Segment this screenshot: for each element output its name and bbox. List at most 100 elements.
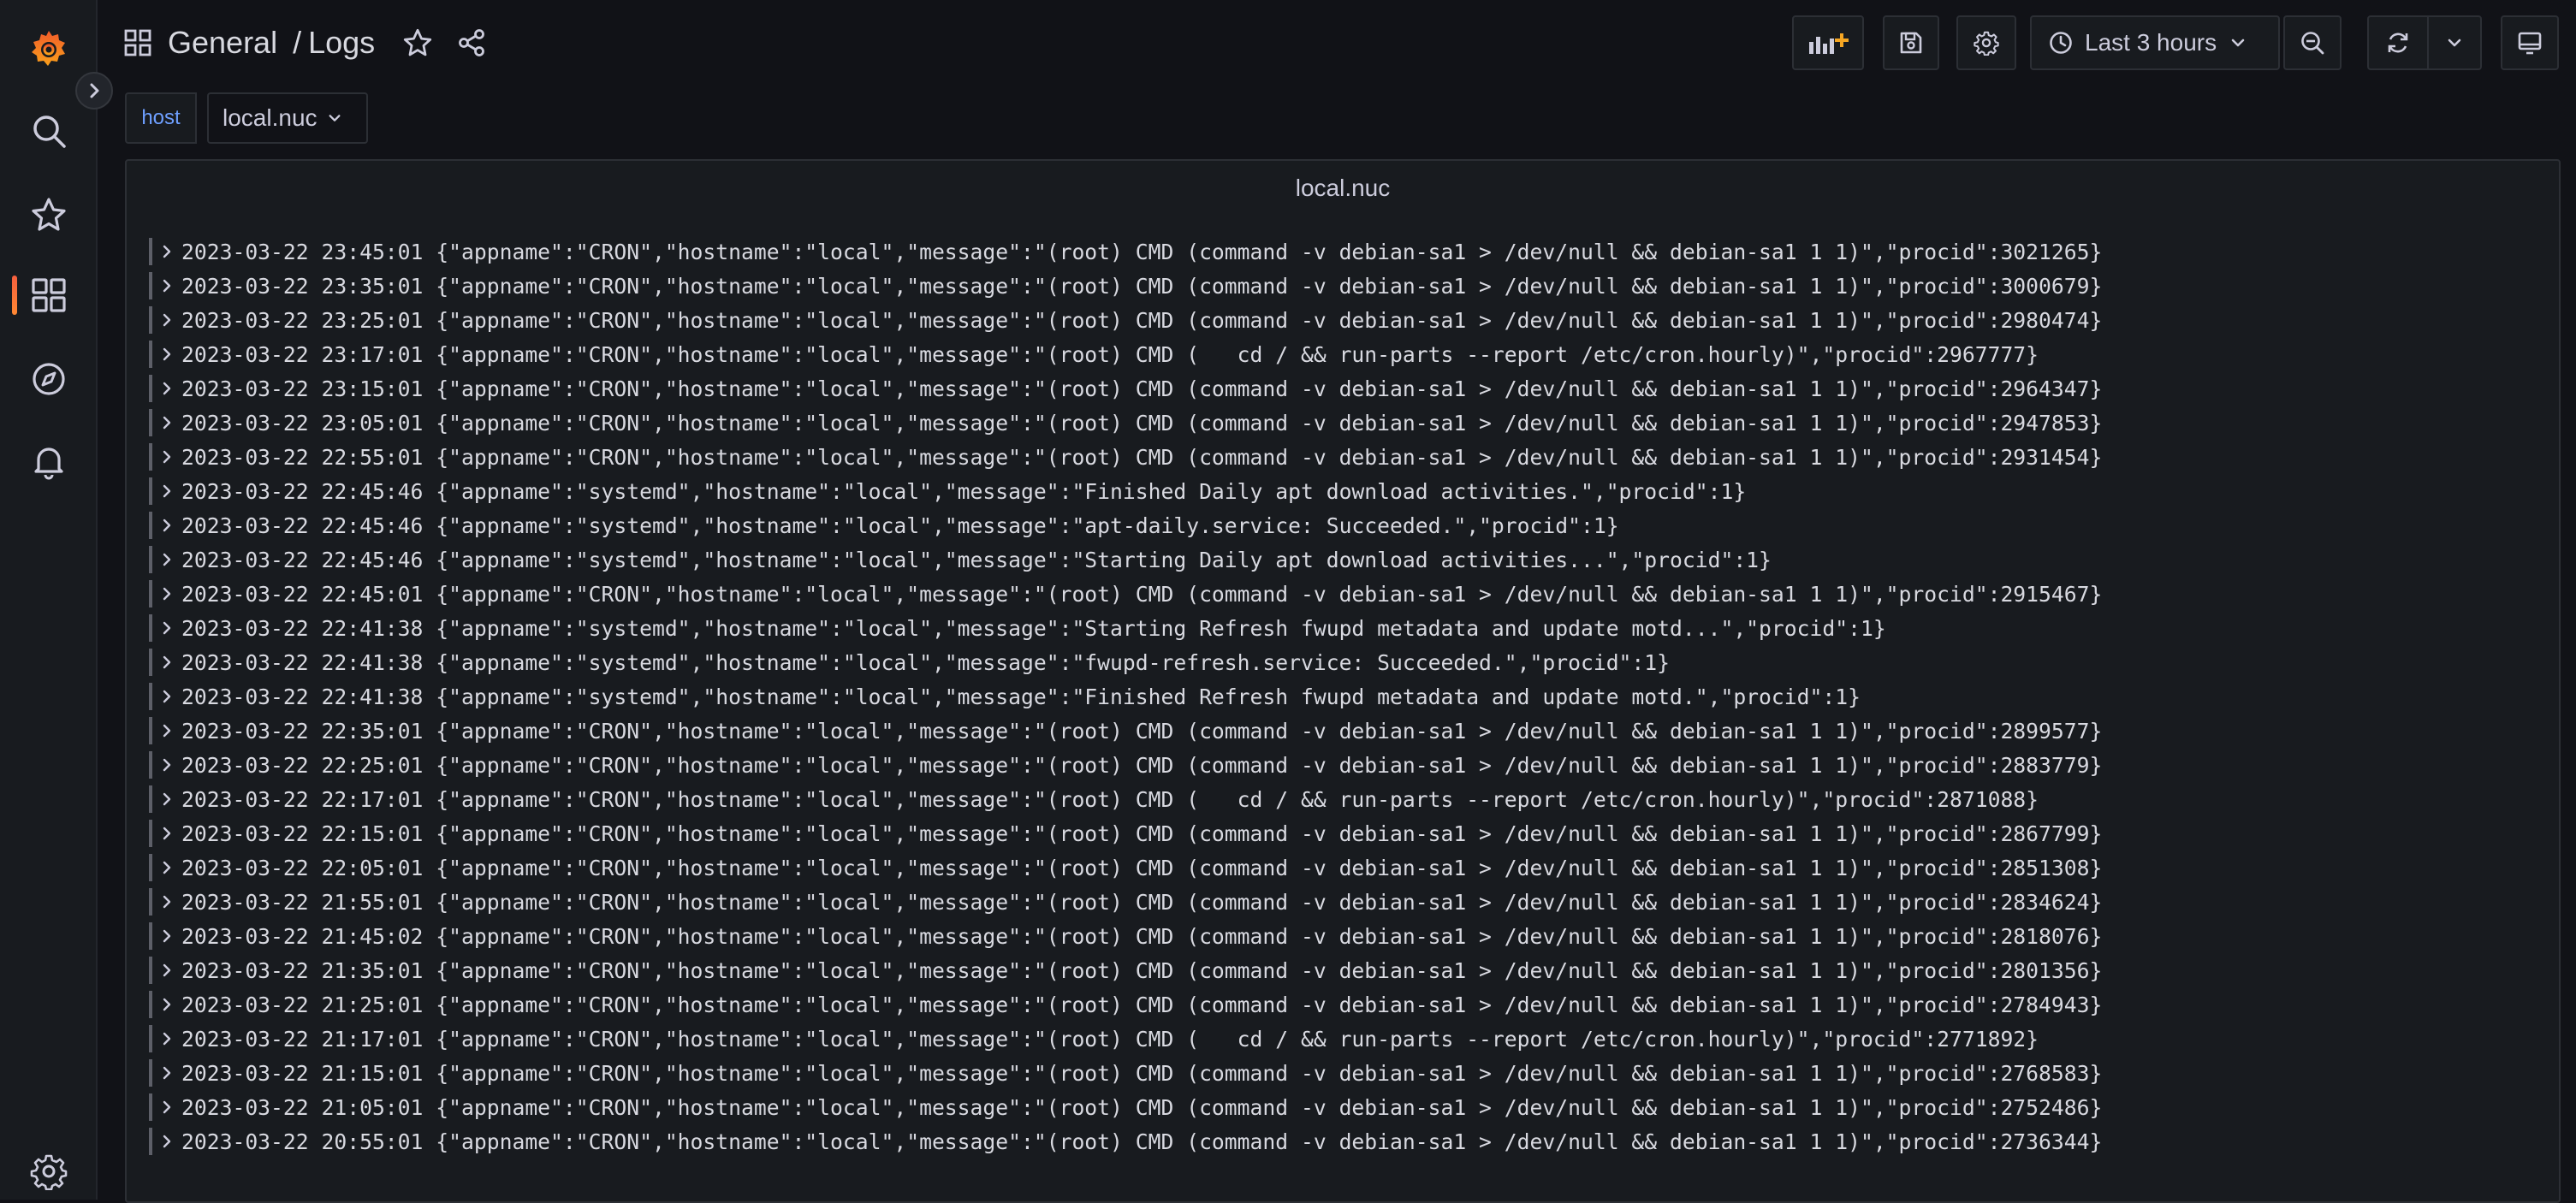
refresh-button[interactable] xyxy=(2367,15,2429,70)
log-row[interactable]: 2023-03-22 22:15:01 {"appname":"CRON","h… xyxy=(149,816,2102,850)
view-mode-button[interactable] xyxy=(2501,15,2559,70)
chevron-right-icon[interactable] xyxy=(161,928,181,944)
chevron-right-icon[interactable] xyxy=(161,791,181,807)
log-row[interactable]: 2023-03-22 23:35:01 {"appname":"CRON","h… xyxy=(149,269,2102,303)
chevron-right-icon[interactable] xyxy=(161,826,181,841)
log-level-indicator xyxy=(149,443,152,471)
clock-icon xyxy=(2050,32,2072,54)
log-row[interactable]: 2023-03-22 23:15:01 {"appname":"CRON","h… xyxy=(149,371,2102,406)
chevron-right-icon[interactable] xyxy=(161,757,181,773)
log-timestamp: 2023-03-22 22:45:46 xyxy=(181,478,424,504)
chevron-right-icon[interactable] xyxy=(161,449,181,465)
log-row[interactable]: 2023-03-22 22:05:01 {"appname":"CRON","h… xyxy=(149,850,2102,885)
log-row[interactable]: 2023-03-22 22:55:01 {"appname":"CRON","h… xyxy=(149,440,2102,474)
chevron-right-icon[interactable] xyxy=(161,415,181,430)
chevron-right-icon[interactable] xyxy=(161,381,181,396)
log-row[interactable]: 2023-03-22 22:35:01 {"appname":"CRON","h… xyxy=(149,714,2102,748)
log-row[interactable]: 2023-03-22 21:35:01 {"appname":"CRON","h… xyxy=(149,953,2102,987)
log-row[interactable]: 2023-03-22 23:05:01 {"appname":"CRON","h… xyxy=(149,406,2102,440)
breadcrumb-folder[interactable]: General xyxy=(168,25,277,61)
expand-menu-button[interactable] xyxy=(75,72,113,110)
chevron-right-icon[interactable] xyxy=(161,655,181,670)
save-dashboard-button[interactable] xyxy=(1883,15,1939,70)
log-row[interactable]: 2023-03-22 22:45:46 {"appname":"systemd"… xyxy=(149,474,2102,508)
log-row[interactable]: 2023-03-22 22:45:01 {"appname":"CRON","h… xyxy=(149,577,2102,611)
chevron-right-icon[interactable] xyxy=(161,586,181,602)
chevron-right-icon[interactable] xyxy=(161,723,181,738)
chevron-right-icon xyxy=(90,83,99,98)
add-panel-button[interactable] xyxy=(1792,15,1864,70)
log-level-indicator xyxy=(149,341,152,368)
gear-icon[interactable] xyxy=(0,1141,98,1201)
dashboards-icon[interactable] xyxy=(0,265,98,325)
log-row[interactable]: 2023-03-22 21:55:01 {"appname":"CRON","h… xyxy=(149,885,2102,919)
variable-select-host[interactable]: local.nuc xyxy=(207,92,368,144)
log-row[interactable]: 2023-03-22 21:45:02 {"appname":"CRON","h… xyxy=(149,919,2102,953)
log-row[interactable]: 2023-03-22 22:45:46 {"appname":"systemd"… xyxy=(149,542,2102,577)
save-icon xyxy=(1900,32,1922,54)
log-row[interactable]: 2023-03-22 22:45:46 {"appname":"systemd"… xyxy=(149,508,2102,542)
log-level-indicator xyxy=(149,272,152,299)
log-row[interactable]: 2023-03-22 21:17:01 {"appname":"CRON","h… xyxy=(149,1022,2102,1056)
panel-title[interactable]: local.nuc xyxy=(127,175,2559,202)
compass-icon[interactable] xyxy=(0,349,98,409)
zoom-out-button[interactable] xyxy=(2283,15,2342,70)
chevron-right-icon[interactable] xyxy=(161,1134,181,1149)
star-icon[interactable] xyxy=(402,27,433,58)
log-row[interactable]: 2023-03-22 23:17:01 {"appname":"CRON","h… xyxy=(149,337,2102,371)
chevron-right-icon[interactable] xyxy=(161,1099,181,1115)
log-timestamp: 2023-03-22 21:55:01 xyxy=(181,889,424,915)
chevron-right-icon[interactable] xyxy=(161,347,181,362)
log-row[interactable]: 2023-03-22 22:41:38 {"appname":"systemd"… xyxy=(149,645,2102,679)
log-row[interactable]: 2023-03-22 22:41:38 {"appname":"systemd"… xyxy=(149,611,2102,645)
refresh-interval-dropdown[interactable] xyxy=(2427,15,2482,70)
log-timestamp: 2023-03-22 22:05:01 xyxy=(181,855,424,880)
dashboard-title[interactable]: Logs xyxy=(308,25,375,61)
log-level-indicator xyxy=(149,1093,152,1121)
chevron-right-icon[interactable] xyxy=(161,1065,181,1081)
log-row[interactable]: 2023-03-22 21:15:01 {"appname":"CRON","h… xyxy=(149,1056,2102,1090)
log-line: {"appname":"CRON","hostname":"local","me… xyxy=(436,786,2039,812)
log-timestamp: 2023-03-22 21:45:02 xyxy=(181,923,424,949)
log-timestamp: 2023-03-22 21:15:01 xyxy=(181,1060,424,1086)
log-line: {"appname":"systemd","hostname":"local",… xyxy=(436,649,1671,675)
chevron-right-icon[interactable] xyxy=(161,894,181,910)
chevron-down-icon xyxy=(2231,39,2245,47)
log-line: {"appname":"CRON","hostname":"local","me… xyxy=(436,273,2103,299)
log-row[interactable]: 2023-03-22 22:25:01 {"appname":"CRON","h… xyxy=(149,748,2102,782)
chevron-right-icon[interactable] xyxy=(161,483,181,499)
log-row[interactable]: 2023-03-22 21:05:01 {"appname":"CRON","h… xyxy=(149,1090,2102,1124)
time-range-picker[interactable]: Last 3 hours xyxy=(2030,15,2280,70)
chevron-right-icon[interactable] xyxy=(161,518,181,533)
search-icon[interactable] xyxy=(0,101,98,161)
grafana-logo-icon[interactable] xyxy=(0,19,98,79)
log-timestamp: 2023-03-22 22:45:01 xyxy=(181,581,424,607)
log-line: {"appname":"CRON","hostname":"local","me… xyxy=(436,307,2103,333)
chevron-right-icon[interactable] xyxy=(161,278,181,293)
chevron-right-icon[interactable] xyxy=(161,1031,181,1046)
chevron-right-icon[interactable] xyxy=(161,312,181,328)
chevron-right-icon[interactable] xyxy=(161,963,181,978)
chevron-right-icon[interactable] xyxy=(161,552,181,567)
log-row[interactable]: 2023-03-22 23:25:01 {"appname":"CRON","h… xyxy=(149,303,2102,337)
chevron-right-icon[interactable] xyxy=(161,689,181,704)
dashboard-settings-button[interactable] xyxy=(1956,15,2016,70)
chevron-right-icon[interactable] xyxy=(161,244,181,259)
log-row[interactable]: 2023-03-22 23:45:01 {"appname":"CRON","h… xyxy=(149,234,2102,269)
log-row[interactable]: 2023-03-22 22:17:01 {"appname":"CRON","h… xyxy=(149,782,2102,816)
log-line: {"appname":"CRON","hostname":"local","me… xyxy=(436,1060,2103,1086)
log-line: {"appname":"CRON","hostname":"local","me… xyxy=(436,752,2103,778)
log-row[interactable]: 2023-03-22 21:25:01 {"appname":"CRON","h… xyxy=(149,987,2102,1022)
log-level-indicator xyxy=(149,991,152,1018)
log-level-indicator xyxy=(149,1128,152,1155)
chevron-right-icon[interactable] xyxy=(161,860,181,875)
chevron-right-icon[interactable] xyxy=(161,997,181,1012)
log-row[interactable]: 2023-03-22 20:55:01 {"appname":"CRON","h… xyxy=(149,1124,2102,1159)
bell-icon[interactable] xyxy=(0,431,98,491)
share-icon[interactable] xyxy=(457,28,486,57)
gear-icon xyxy=(1974,31,1999,56)
chevron-right-icon[interactable] xyxy=(161,620,181,636)
star-icon[interactable] xyxy=(0,185,98,245)
log-line: {"appname":"CRON","hostname":"local","me… xyxy=(436,889,2103,915)
log-row[interactable]: 2023-03-22 22:41:38 {"appname":"systemd"… xyxy=(149,679,2102,714)
